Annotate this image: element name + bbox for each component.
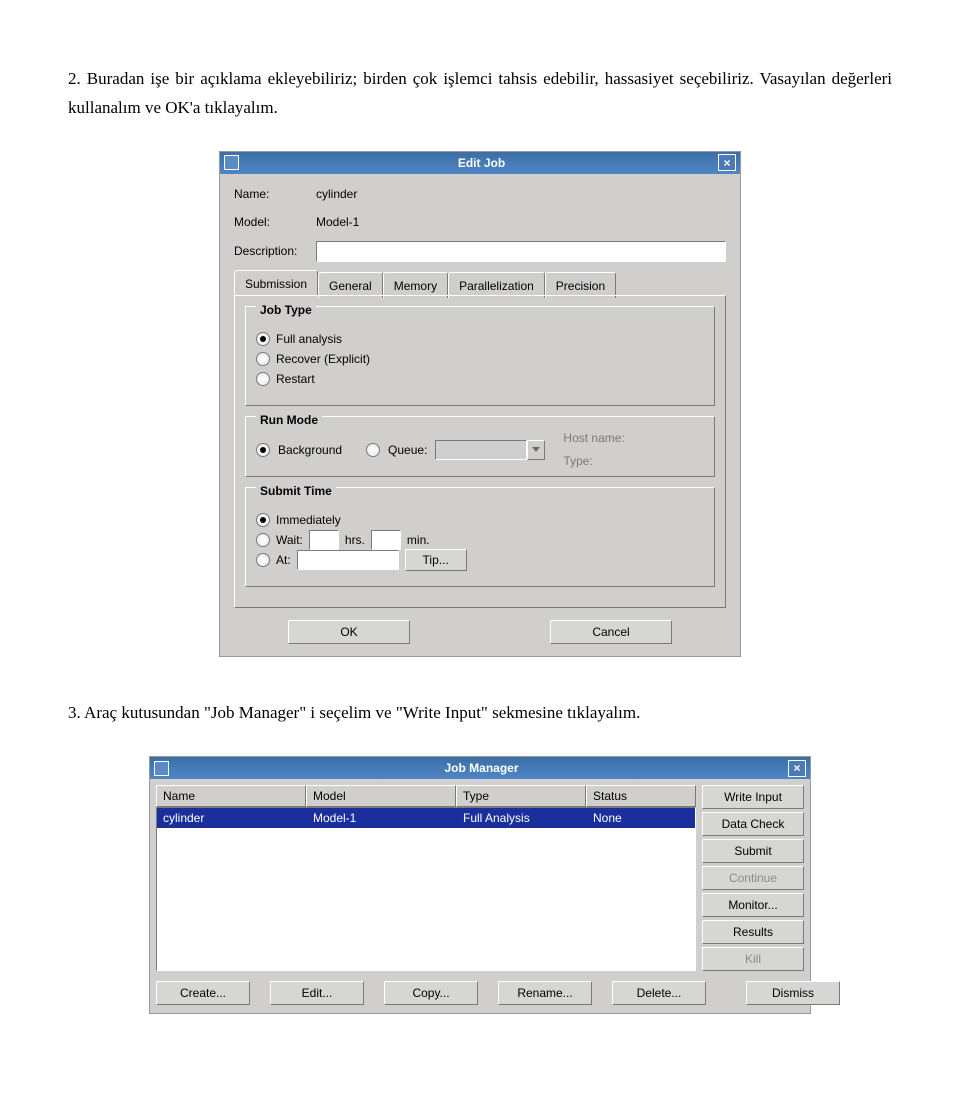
figure-edit-job: Edit Job × Name: cylinder Model: Model-1… [68, 151, 892, 657]
chevron-down-icon [532, 447, 540, 452]
close-button[interactable]: × [718, 154, 736, 171]
write-input-button[interactable]: Write Input [702, 785, 804, 809]
window-title: Edit Job [245, 153, 718, 173]
copy-button[interactable]: Copy... [384, 981, 478, 1005]
queue-type-label: Type: [563, 451, 624, 471]
radio-full-analysis-label: Full analysis [276, 329, 342, 349]
job-manager-window: Job Manager × Name Model Type Status cyl… [149, 756, 811, 1014]
results-button[interactable]: Results [702, 920, 804, 944]
system-menu-icon[interactable] [224, 155, 239, 170]
submit-button[interactable]: Submit [702, 839, 804, 863]
dismiss-button[interactable]: Dismiss [746, 981, 840, 1005]
radio-immediately-label: Immediately [276, 510, 341, 530]
radio-full-analysis[interactable] [256, 332, 270, 346]
tab-submission[interactable]: Submission [234, 270, 318, 296]
radio-queue-label: Queue: [388, 440, 427, 460]
radio-immediately[interactable] [256, 513, 270, 527]
min-label: min. [407, 530, 430, 550]
window-title: Job Manager [175, 758, 788, 778]
group-submit-time: Submit Time Immediately Wait: hrs. min. [245, 487, 715, 587]
group-job-type: Job Type Full analysis Recover (Explicit… [245, 306, 715, 406]
description-label: Description: [234, 241, 316, 261]
radio-background-label: Background [278, 440, 342, 460]
system-menu-icon[interactable] [154, 761, 169, 776]
hours-label: hrs. [345, 530, 365, 550]
cell-name: cylinder [157, 808, 307, 828]
cancel-button[interactable]: Cancel [550, 620, 672, 644]
ok-button[interactable]: OK [288, 620, 410, 644]
radio-wait-label: Wait: [276, 530, 303, 550]
radio-at-label: At: [276, 550, 291, 570]
col-type[interactable]: Type [456, 785, 586, 807]
close-button[interactable]: × [788, 760, 806, 777]
edit-job-window: Edit Job × Name: cylinder Model: Model-1… [219, 151, 741, 657]
paragraph-step-2: 2. Buradan işe bir açıklama ekleyebiliri… [68, 65, 892, 123]
host-name-label: Host name: [563, 428, 624, 448]
col-status[interactable]: Status [586, 785, 696, 807]
radio-at[interactable] [256, 553, 270, 567]
description-input[interactable] [316, 241, 726, 262]
rename-button[interactable]: Rename... [498, 981, 592, 1005]
radio-restart-label: Restart [276, 369, 315, 389]
radio-recover-label: Recover (Explicit) [276, 349, 370, 369]
col-model[interactable]: Model [306, 785, 456, 807]
cell-type: Full Analysis [457, 808, 587, 828]
model-label: Model: [234, 212, 316, 232]
tab-bar: Submission General Memory Parallelizatio… [234, 270, 726, 296]
cell-model: Model-1 [307, 808, 457, 828]
column-headers: Name Model Type Status [156, 785, 696, 807]
edit-button[interactable]: Edit... [270, 981, 364, 1005]
model-value: Model-1 [316, 212, 359, 232]
titlebar[interactable]: Job Manager × [150, 757, 810, 779]
legend-submit-time: Submit Time [256, 481, 336, 501]
kill-button[interactable]: Kill [702, 947, 804, 971]
queue-select[interactable] [435, 440, 527, 460]
radio-restart[interactable] [256, 372, 270, 386]
radio-wait[interactable] [256, 533, 270, 547]
continue-button[interactable]: Continue [702, 866, 804, 890]
tab-page-submission: Job Type Full analysis Recover (Explicit… [234, 295, 726, 608]
cell-status: None [587, 808, 695, 828]
job-list[interactable]: cylinder Model-1 Full Analysis None [156, 807, 696, 971]
create-button[interactable]: Create... [156, 981, 250, 1005]
queue-dropdown-arrow[interactable] [527, 440, 545, 460]
close-icon: × [793, 762, 800, 774]
radio-background[interactable] [256, 443, 270, 457]
monitor-button[interactable]: Monitor... [702, 893, 804, 917]
name-value: cylinder [316, 184, 357, 204]
at-time-input[interactable] [297, 550, 399, 570]
legend-job-type: Job Type [256, 300, 316, 320]
group-run-mode: Run Mode Background Queue: Host name: [245, 416, 715, 476]
delete-button[interactable]: Delete... [612, 981, 706, 1005]
radio-queue[interactable] [366, 443, 380, 457]
figure-job-manager: Job Manager × Name Model Type Status cyl… [68, 756, 892, 1014]
paragraph-step-3: 3. Araç kutusundan "Job Manager" i seçel… [68, 699, 892, 728]
legend-run-mode: Run Mode [256, 410, 322, 430]
wait-hours-input[interactable] [309, 530, 339, 550]
wait-min-input[interactable] [371, 530, 401, 550]
close-icon: × [723, 157, 730, 169]
titlebar[interactable]: Edit Job × [220, 152, 740, 174]
col-name[interactable]: Name [156, 785, 306, 807]
tip-button[interactable]: Tip... [405, 549, 467, 571]
table-row[interactable]: cylinder Model-1 Full Analysis None [157, 808, 695, 828]
radio-recover[interactable] [256, 352, 270, 366]
name-label: Name: [234, 184, 316, 204]
data-check-button[interactable]: Data Check [702, 812, 804, 836]
